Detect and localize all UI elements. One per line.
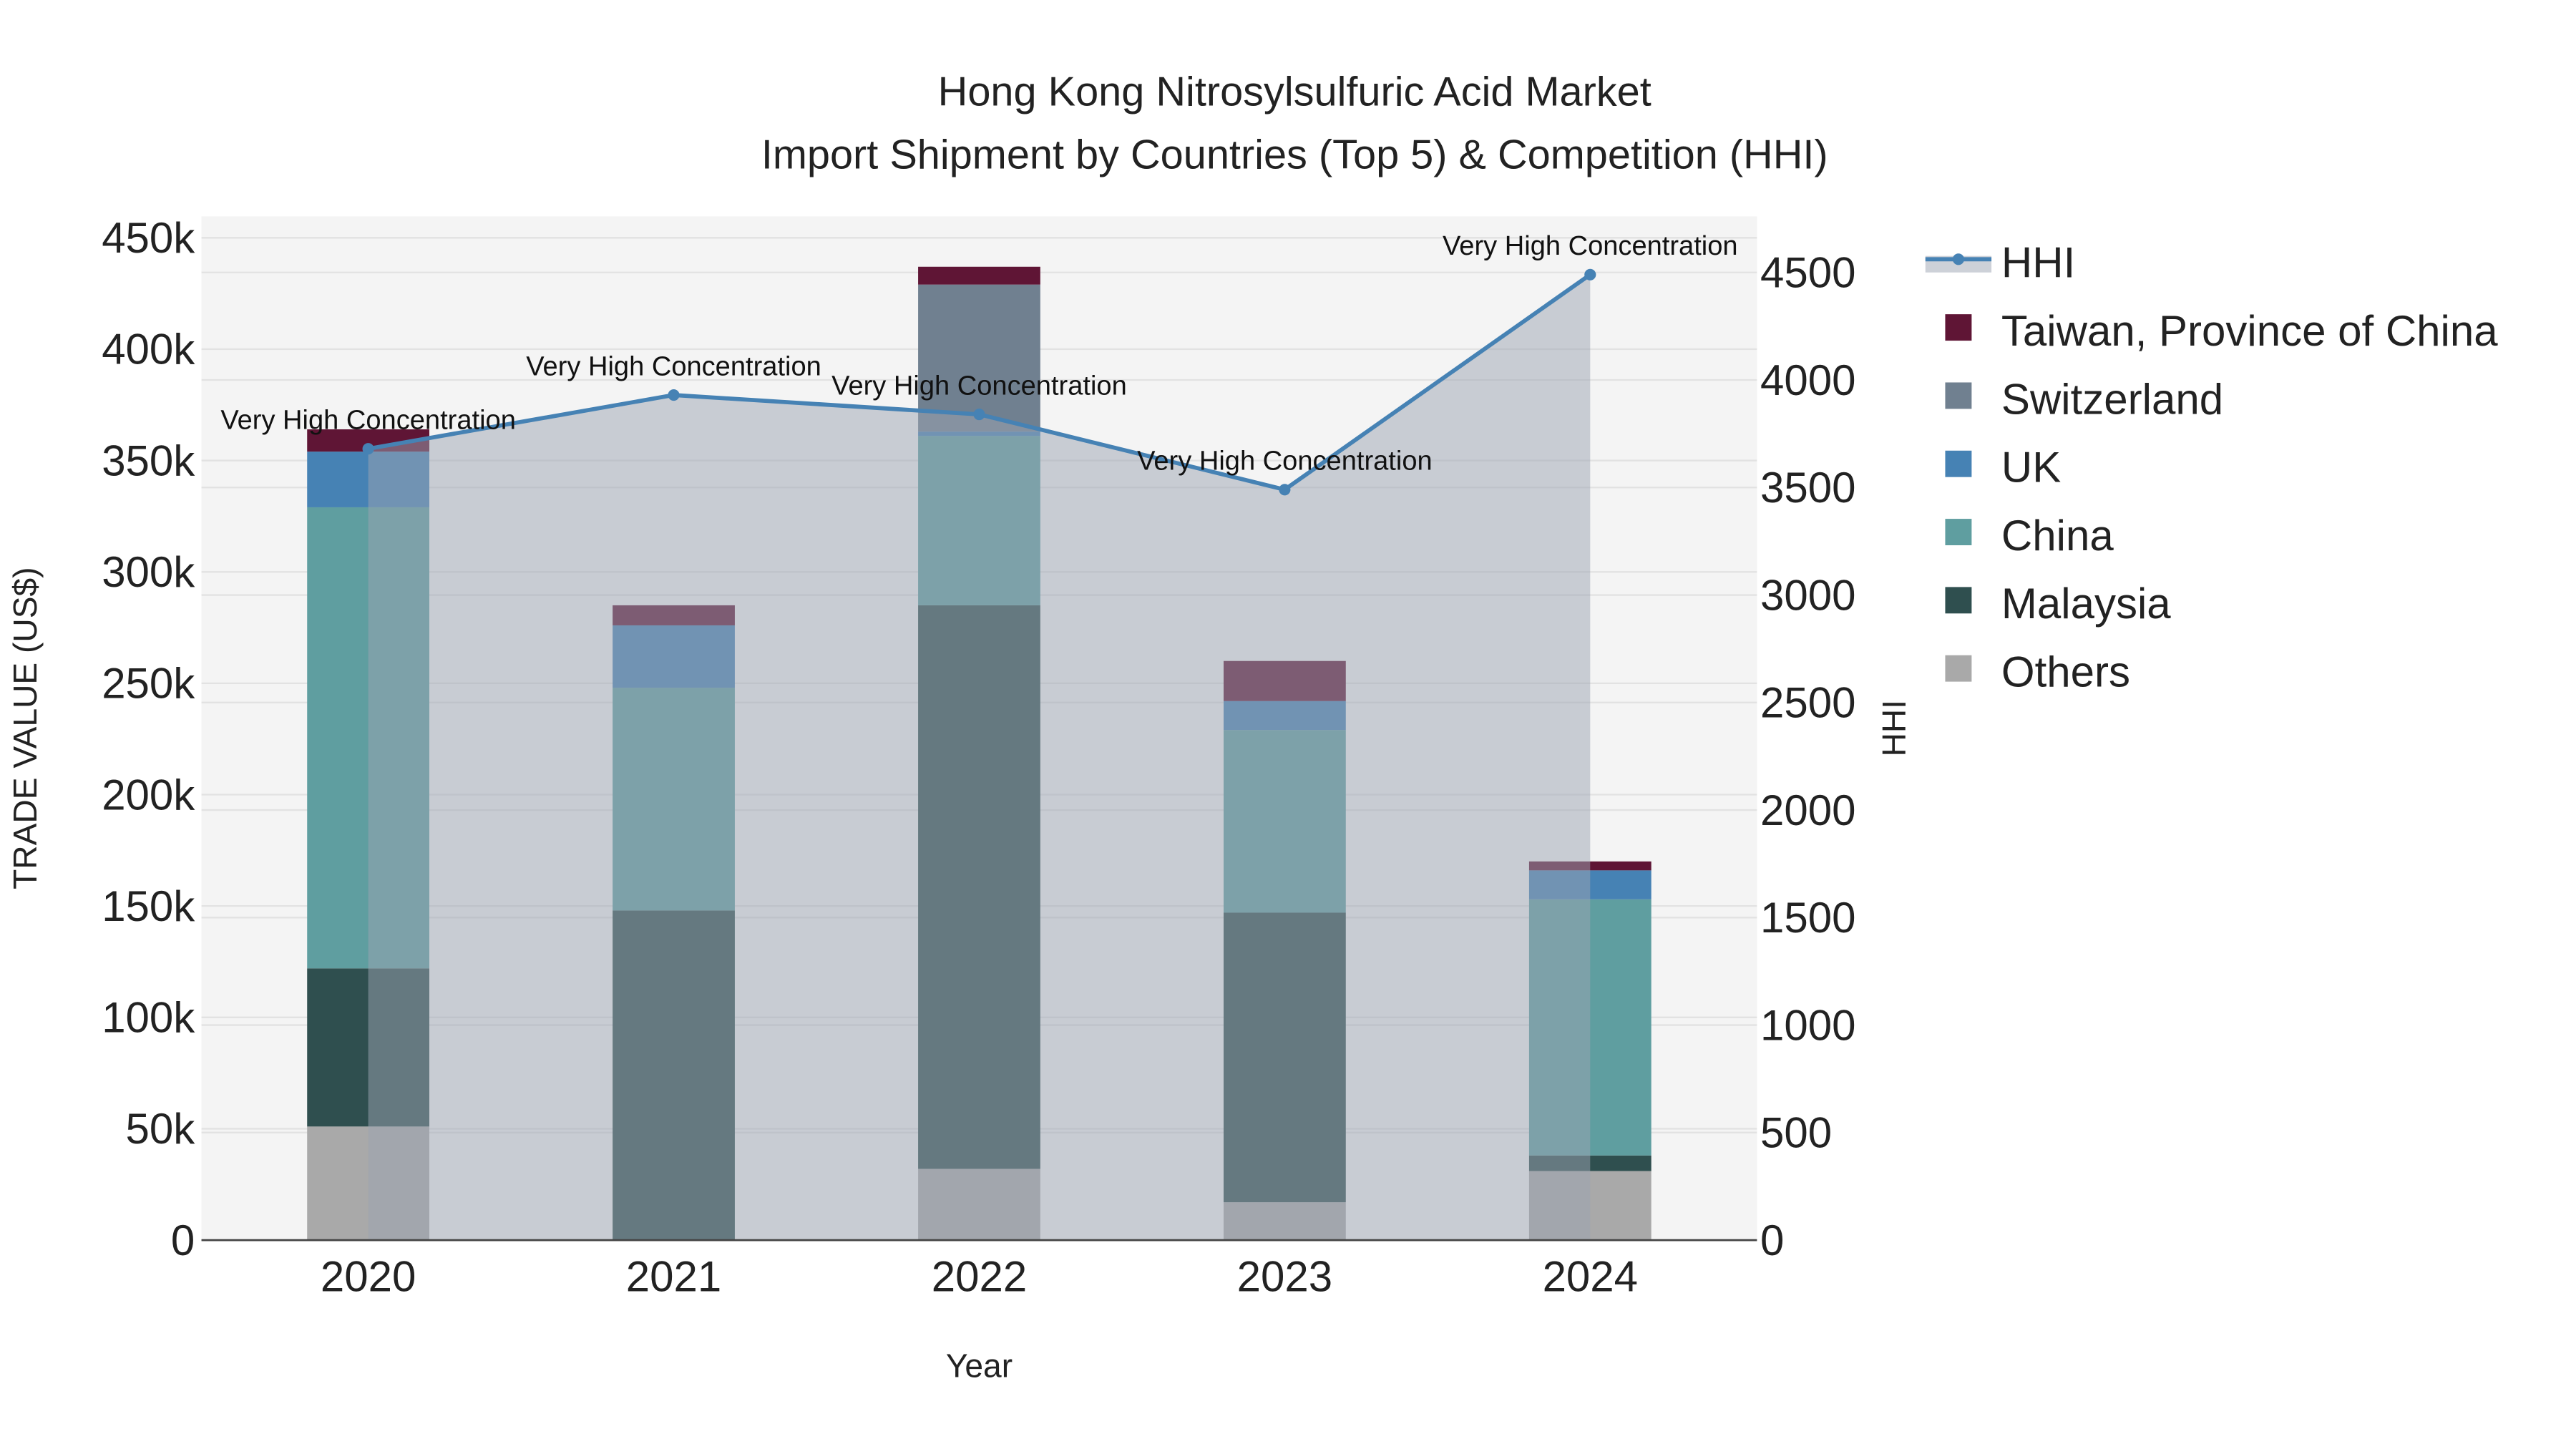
legend-label: UK xyxy=(2001,444,2061,492)
hhi-annotation: Very High Concentration xyxy=(526,351,821,381)
y-tick-label: 50k xyxy=(126,1105,196,1153)
y2-tick-label: 2500 xyxy=(1760,679,1855,727)
hhi-point xyxy=(1584,268,1596,280)
legend-label: China xyxy=(2001,512,2114,560)
legend-swatch xyxy=(1945,587,1972,614)
y-axis-title: TRADE VALUE (US$) xyxy=(6,567,44,889)
y-tick-label: 400k xyxy=(102,326,195,374)
x-tick-label: 2020 xyxy=(321,1253,416,1301)
x-tick-label: 2021 xyxy=(626,1253,721,1301)
bar-segment-taiwan-province-of-china xyxy=(918,266,1040,285)
x-axis-title: Year xyxy=(946,1347,1013,1385)
legend: HHI Taiwan, Province of China Switzerland U… xyxy=(1925,239,2498,696)
x-tick-label: 2022 xyxy=(932,1253,1027,1301)
hhi-annotation: Very High Concentration xyxy=(220,405,516,435)
y2-tick-label: 4500 xyxy=(1760,249,1855,297)
y2-tick-label: 0 xyxy=(1760,1216,1784,1264)
y-tick-label: 250k xyxy=(102,660,195,708)
hhi-annotation: Very High Concentration xyxy=(831,371,1127,401)
y-tick-label: 300k xyxy=(102,548,195,596)
y-tick-label: 0 xyxy=(171,1216,195,1264)
legend-label: Malaysia xyxy=(2001,580,2171,628)
hhi-annotation: Very High Concentration xyxy=(1137,447,1433,477)
chart-title-line2: Import Shipment by Countries (Top 5) & C… xyxy=(761,132,1828,177)
legend-label: Switzerland xyxy=(2001,375,2223,423)
hhi-point xyxy=(973,409,985,421)
hhi-point xyxy=(362,443,374,455)
legend-swatch-hhi-marker xyxy=(1952,253,1964,265)
y-tick-label: 150k xyxy=(102,882,195,930)
legend-swatch xyxy=(1945,382,1972,409)
x-tick-label: 2023 xyxy=(1237,1253,1332,1301)
y-tick-label: 100k xyxy=(102,994,195,1042)
y2-tick-label: 2000 xyxy=(1760,786,1855,834)
y2-tick-label: 500 xyxy=(1760,1109,1832,1157)
legend-label: Taiwan, Province of China xyxy=(2001,307,2498,355)
hhi-annotation: Very High Concentration xyxy=(1443,231,1738,261)
legend-label: Others xyxy=(2001,648,2130,696)
chart: Very High Concentration Very High Concent… xyxy=(6,69,2498,1385)
legend-label: HHI xyxy=(2001,239,2075,287)
y2-tick-label: 1500 xyxy=(1760,894,1855,942)
y-axis-ticks: 0 50k 100k 150k 200k 250k 300k 350k 400k 450k xyxy=(102,214,195,1264)
legend-swatch xyxy=(1945,655,1972,682)
legend-swatch xyxy=(1945,450,1972,477)
y2-axis-ticks: 0 500 1000 1500 2000 2500 3000 3500 4000 4500 xyxy=(1760,249,1855,1264)
y2-tick-label: 3000 xyxy=(1760,571,1855,619)
legend-swatch xyxy=(1945,519,1972,545)
x-axis-ticks: 2020 2021 2022 2023 2024 xyxy=(321,1253,1638,1301)
legend-swatch xyxy=(1945,314,1972,341)
y2-axis-title: HHI xyxy=(1875,700,1913,756)
hhi-point xyxy=(1279,484,1291,496)
y-tick-label: 450k xyxy=(102,214,195,262)
y-tick-label: 200k xyxy=(102,771,195,819)
y2-tick-label: 1000 xyxy=(1760,1001,1855,1049)
y2-tick-label: 4000 xyxy=(1760,356,1855,404)
x-tick-label: 2024 xyxy=(1543,1253,1638,1301)
y2-tick-label: 3500 xyxy=(1760,464,1855,512)
chart-title-line1: Hong Kong Nitrosylsulfuric Acid Market xyxy=(938,69,1652,115)
y-tick-label: 350k xyxy=(102,436,195,484)
hhi-point xyxy=(668,389,680,401)
